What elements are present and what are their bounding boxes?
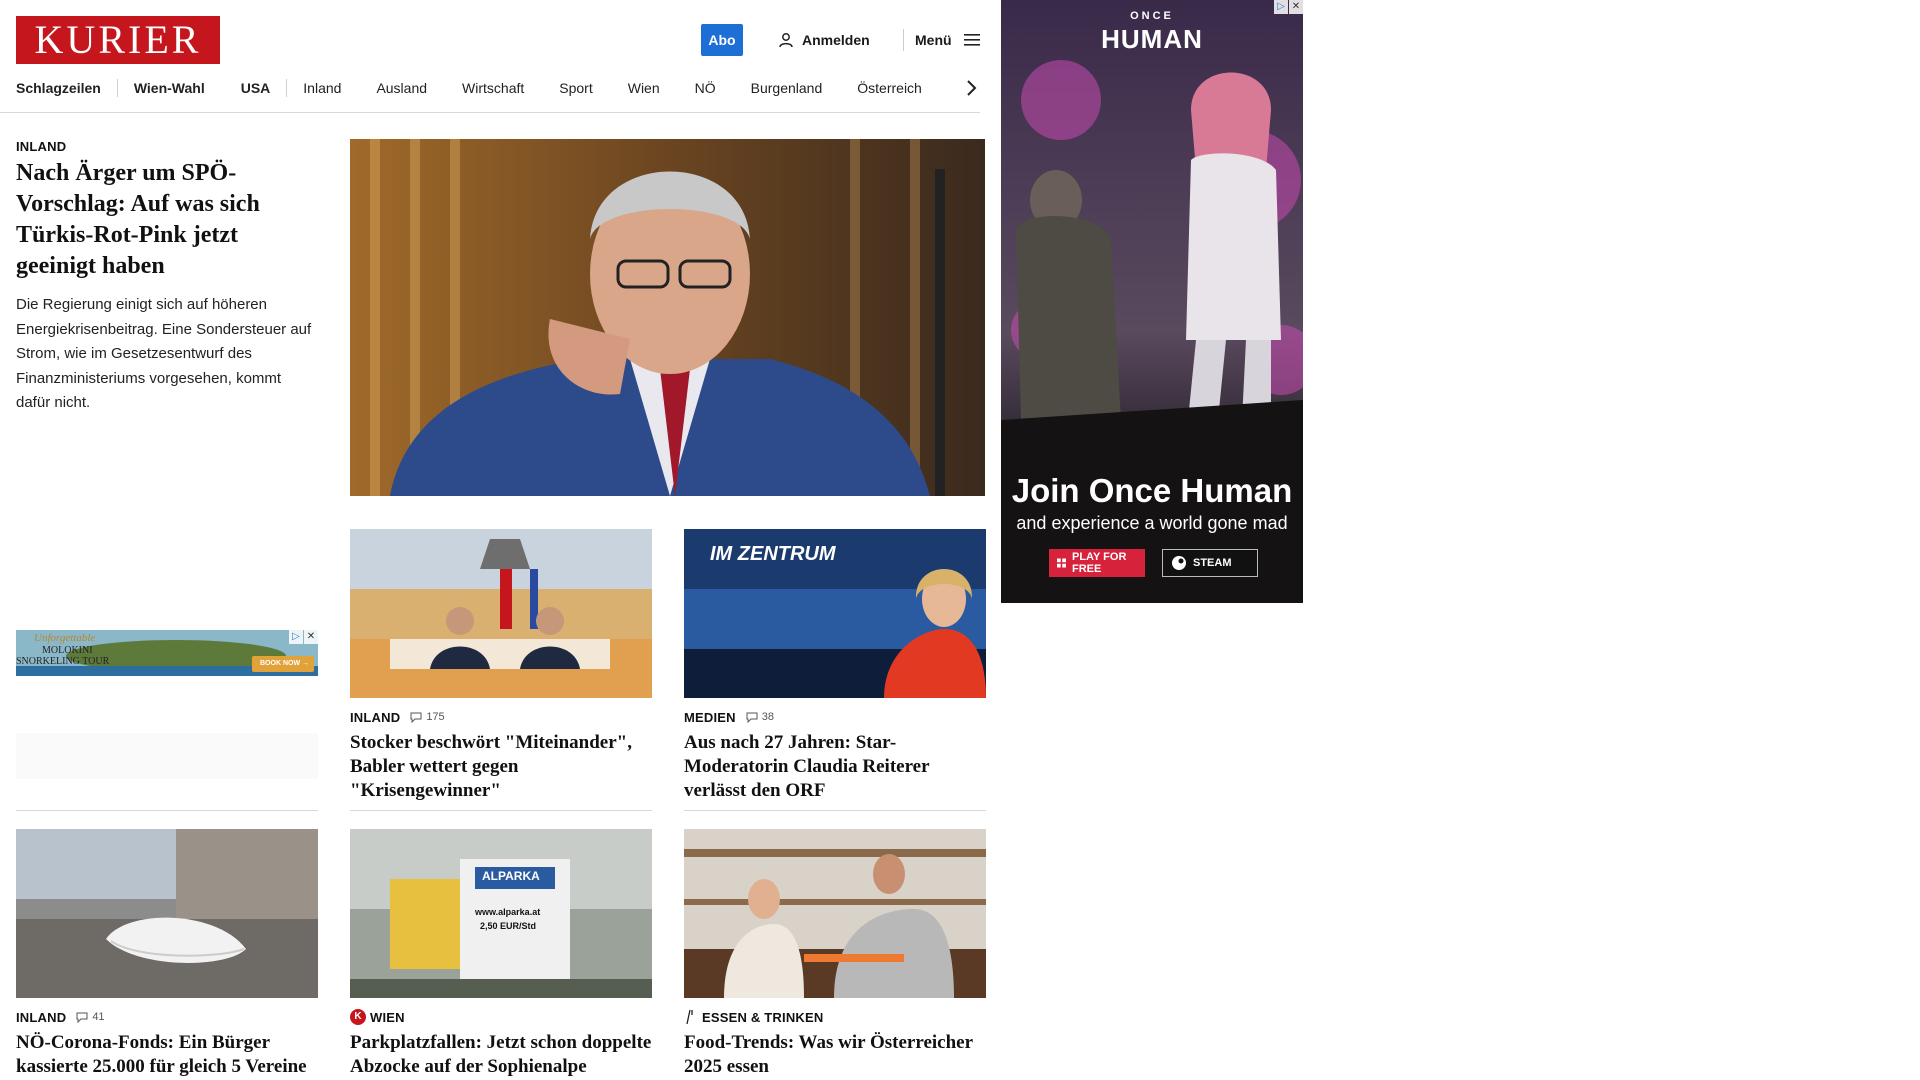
once-human-logo: HUMAN	[1101, 24, 1203, 54]
card-headline[interactable]: Stocker beschwört "Miteinander", Babler …	[350, 731, 652, 803]
comment-count-value: 175	[426, 711, 445, 723]
play-for-free-label: PLAY FOR FREE	[1071, 551, 1127, 575]
kurier-k-icon: K	[350, 1009, 366, 1025]
sign-price: 2,50 EUR/Std	[480, 921, 537, 931]
card-divider	[350, 810, 652, 811]
ad-line-1: Unforgettable	[34, 632, 96, 644]
nav-inland[interactable]: Inland	[303, 80, 341, 96]
comment-count[interactable]: 175	[410, 711, 445, 723]
steam-icon	[1172, 556, 1186, 570]
lead-kicker: INLAND	[16, 139, 67, 154]
card-headline[interactable]: NÖ-Corona-Fonds: Ein Bürger kassierte 25…	[16, 1031, 318, 1079]
ad-line-3: SNORKELING TOUR	[16, 656, 110, 667]
close-icon[interactable]: ✕	[304, 630, 318, 644]
nav-burgenland[interactable]: Burgenland	[751, 80, 823, 96]
abo-button[interactable]: Abo	[701, 24, 743, 56]
close-icon[interactable]: ✕	[1289, 0, 1303, 14]
play-for-free-button[interactable]: PLAY FOR FREE	[1049, 549, 1145, 577]
nav-ausland[interactable]: Ausland	[376, 80, 427, 96]
comment-count[interactable]: 41	[76, 1011, 105, 1023]
article-image[interactable]	[16, 829, 318, 998]
adchoices-icon[interactable]: ▷	[289, 630, 303, 644]
windows-icon	[1057, 558, 1066, 568]
login-label: Anmelden	[802, 32, 870, 48]
lead-headline[interactable]: Nach Ärger um SPÖ-Vorschlag: Auf was sic…	[16, 158, 306, 282]
ad-placeholder	[16, 733, 318, 779]
nav-schlagzeilen[interactable]: Schlagzeilen	[16, 80, 101, 96]
ad-headline: Join Once Human	[1011, 472, 1293, 509]
snorkeling-ad[interactable]: Unforgettable MOLOKINI SNORKELING TOUR B…	[16, 630, 318, 676]
card-kicker: MEDIEN	[684, 709, 736, 725]
card-kicker: INLAND	[350, 709, 401, 725]
nav-wien-wahl[interactable]: Wien-Wahl	[134, 80, 205, 96]
kurier-logo[interactable]: KURIER	[16, 16, 220, 64]
login-button[interactable]: Anmelden	[778, 24, 870, 56]
comment-icon	[76, 1012, 88, 1023]
user-icon	[779, 33, 793, 48]
steam-label: STEAM	[1193, 557, 1232, 569]
card-headline[interactable]: Food-Trends: Was wir Österreicher 2025 e…	[684, 1031, 986, 1079]
card-headline[interactable]: Aus nach 27 Jahren: Star-Moderatorin Cla…	[684, 731, 986, 803]
menu-button[interactable]: Menü	[915, 24, 980, 56]
chevron-right-icon[interactable]	[964, 76, 980, 100]
sign-url: www.alparka.at	[475, 907, 541, 917]
nav-wirtschaft[interactable]: Wirtschaft	[462, 80, 524, 96]
card-divider	[16, 810, 318, 811]
article-image[interactable]: IM ZENTRUM	[684, 529, 986, 698]
im-zentrum-logo: IM ZENTRUM	[710, 543, 836, 565]
comment-count-value: 38	[761, 711, 775, 723]
nav-oesterreich[interactable]: Österreich	[857, 80, 922, 96]
section-nav: Schlagzeilen Wien-Wahl USA Inland Auslan…	[16, 76, 922, 100]
lead-teaser[interactable]: Die Regierung einigt sich auf höheren En…	[16, 293, 316, 416]
once-human-ad[interactable]: ONCE HUMAN Join Once Human and experienc…	[1001, 0, 1303, 603]
nav-divider	[116, 79, 118, 97]
steam-button[interactable]: STEAM	[1162, 549, 1258, 577]
site-header: KURIER Abo Anmelden Menü Schlagzeilen Wi…	[0, 0, 980, 113]
ad-line-2: MOLOKINI	[42, 645, 93, 656]
nav-divider	[286, 79, 288, 97]
nav-wien[interactable]: Wien	[628, 80, 660, 96]
article-card[interactable]: IM ZENTRUM MEDIEN 38 Aus nach 27 Jahren:…	[684, 529, 986, 803]
menu-label: Menü	[915, 32, 952, 48]
lead-image[interactable]	[350, 139, 985, 496]
article-card[interactable]: ESSEN & TRINKEN Food-Trends: Was wir Öst…	[684, 829, 986, 1079]
article-image[interactable]	[684, 829, 986, 998]
card-divider	[684, 810, 986, 811]
card-kicker: ESSEN & TRINKEN	[702, 1009, 824, 1025]
nav-usa[interactable]: USA	[241, 80, 271, 96]
article-card[interactable]: INLAND 41 NÖ-Corona-Fonds: Ein Bürger ka…	[16, 829, 318, 1079]
article-card[interactable]: ALPARKA www.alparka.at 2,50 EUR/Std K WI…	[350, 829, 652, 1079]
comment-count-value: 41	[92, 1011, 105, 1023]
sign-brand: ALPARKA	[482, 869, 540, 883]
menu-divider	[903, 29, 904, 51]
article-image[interactable]	[350, 529, 652, 698]
article-image[interactable]: ALPARKA www.alparka.at 2,50 EUR/Std	[350, 829, 652, 998]
card-kicker: WIEN	[370, 1009, 405, 1025]
fork-icon	[686, 1009, 693, 1025]
ad-brand-small: ONCE	[1130, 10, 1174, 22]
nav-sport[interactable]: Sport	[559, 80, 592, 96]
article-card[interactable]: INLAND 175 Stocker beschwört "Miteinande…	[350, 529, 652, 803]
comment-icon	[410, 712, 422, 723]
adchoices-icon[interactable]: ▷	[1274, 0, 1288, 14]
ad-subline: and experience a world gone mad	[1016, 513, 1288, 533]
hamburger-icon	[963, 34, 980, 46]
ad-book-now: BOOK NOW →	[260, 660, 309, 667]
card-kicker: INLAND	[16, 1009, 67, 1025]
comment-count[interactable]: 38	[746, 711, 774, 723]
card-headline[interactable]: Parkplatzfallen: Jetzt schon doppelte Ab…	[350, 1031, 652, 1079]
nav-noe[interactable]: NÖ	[695, 80, 716, 96]
comment-icon	[746, 712, 758, 723]
